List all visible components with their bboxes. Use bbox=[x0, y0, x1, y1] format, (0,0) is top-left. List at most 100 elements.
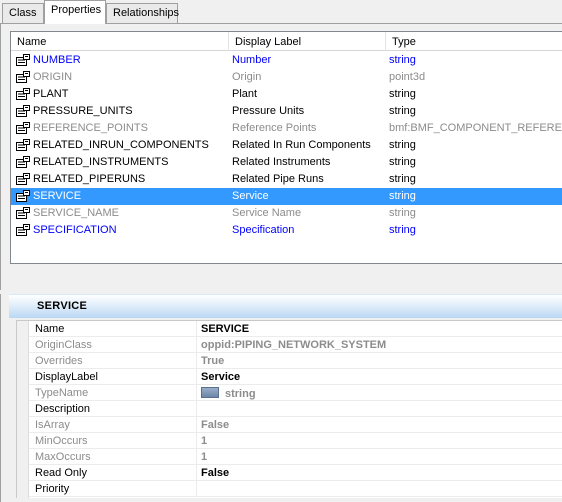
property-value-text: oppid:PIPING_NETWORK_SYSTEM bbox=[201, 339, 387, 351]
row-name: RELATED_INSTRUMENTS bbox=[33, 156, 169, 168]
tab-relationships-label: Relationships bbox=[113, 7, 180, 19]
row-type: string bbox=[389, 224, 416, 236]
property-divider bbox=[196, 321, 197, 337]
column-header-display-label[interactable]: Display Label bbox=[229, 32, 386, 51]
properties-grid[interactable]: Name Display Label Type NUMBER Number stri… bbox=[10, 31, 562, 264]
column-header-name[interactable]: Name bbox=[11, 32, 229, 51]
table-row[interactable]: PRESSURE_UNITS Pressure Units string bbox=[11, 103, 562, 120]
property-row[interactable]: Priority bbox=[29, 481, 562, 497]
table-row[interactable]: SERVICE_NAME Service Name string bbox=[11, 205, 562, 222]
property-row[interactable]: DisplayLabel Service bbox=[29, 369, 562, 385]
property-divider bbox=[196, 449, 197, 465]
property-divider bbox=[196, 385, 197, 401]
property-icon bbox=[16, 122, 30, 134]
property-row[interactable]: IsArray False bbox=[29, 417, 562, 433]
row-name: SPECIFICATION bbox=[33, 224, 117, 236]
property-table-gutter bbox=[17, 321, 29, 498]
row-type: string bbox=[389, 173, 416, 185]
property-value[interactable]: 1 bbox=[201, 435, 207, 447]
row-name: RELATED_PIPERUNS bbox=[33, 173, 146, 185]
table-row[interactable]: SERVICE Service string bbox=[11, 188, 562, 205]
property-divider bbox=[196, 401, 197, 417]
row-type: string bbox=[389, 105, 416, 117]
property-value-text: string bbox=[225, 388, 256, 400]
property-row[interactable]: Overrides True bbox=[29, 353, 562, 369]
property-key: MaxOccurs bbox=[35, 451, 91, 463]
row-name: RELATED_INRUN_COMPONENTS bbox=[33, 139, 209, 151]
row-display-label: Origin bbox=[232, 71, 262, 83]
row-name: REFERENCE_POINTS bbox=[33, 122, 148, 134]
property-value[interactable]: 1 bbox=[201, 451, 207, 463]
property-row[interactable]: Description bbox=[29, 401, 562, 417]
table-row[interactable]: PLANT Plant string bbox=[11, 86, 562, 103]
table-row[interactable]: NUMBER Number string bbox=[11, 52, 562, 69]
table-row[interactable]: SPECIFICATION Specification string bbox=[11, 222, 562, 239]
table-row[interactable]: ORIGIN Origin point3d bbox=[11, 69, 562, 86]
row-type: string bbox=[389, 139, 416, 151]
property-value-text: False bbox=[201, 419, 230, 431]
property-icon bbox=[16, 207, 30, 219]
row-display-label: Related Instruments bbox=[232, 156, 331, 168]
property-table: Name SERVICE OriginClass oppid:PIPING_NETWO… bbox=[16, 320, 562, 498]
row-type: point3d bbox=[389, 71, 426, 83]
row-display-label: Related In Run Components bbox=[232, 139, 371, 151]
property-key: Read Only bbox=[35, 467, 87, 479]
table-row[interactable]: RELATED_INRUN_COMPONENTS Related In Run C… bbox=[11, 137, 562, 154]
table-row[interactable]: REFERENCE_POINTS Reference Points bmf:BMF_… bbox=[11, 120, 562, 137]
property-icon bbox=[16, 71, 30, 83]
property-row[interactable]: MinOccurs 1 bbox=[29, 433, 562, 449]
property-value-text: True bbox=[201, 355, 225, 367]
type-swatch-icon bbox=[201, 387, 219, 398]
tab-properties[interactable]: Properties bbox=[44, 0, 106, 24]
property-value-text: 1 bbox=[201, 451, 208, 463]
table-row[interactable]: RELATED_INSTRUMENTS Related Instruments st… bbox=[11, 154, 562, 171]
property-row[interactable]: TypeName string bbox=[29, 385, 562, 401]
property-value[interactable]: SERVICE bbox=[201, 323, 249, 335]
property-key: Name bbox=[35, 323, 65, 335]
row-display-label: Number bbox=[232, 54, 272, 66]
row-display-label: Related Pipe Runs bbox=[232, 173, 324, 185]
details-section-header: SERVICE bbox=[9, 294, 562, 318]
property-value[interactable]: False bbox=[201, 419, 229, 431]
property-divider bbox=[196, 433, 197, 449]
tab-relationships[interactable]: Relationships bbox=[106, 3, 180, 23]
property-key: MinOccurs bbox=[35, 435, 88, 447]
row-display-label: Plant bbox=[232, 88, 258, 100]
property-value[interactable]: oppid:PIPING_NETWORK_SYSTEM bbox=[201, 339, 386, 351]
row-name: NUMBER bbox=[33, 54, 81, 66]
property-row[interactable]: OriginClass oppid:PIPING_NETWORK_SYSTEM bbox=[29, 337, 562, 353]
property-value-text: SERVICE bbox=[201, 323, 250, 335]
grid-header: Name Display Label Type bbox=[11, 32, 562, 51]
property-key: DisplayLabel bbox=[35, 371, 98, 383]
row-name: SERVICE_NAME bbox=[33, 207, 119, 219]
property-row[interactable]: MaxOccurs 1 bbox=[29, 449, 562, 465]
properties-panel: Name Display Label Type NUMBER Number stri… bbox=[0, 24, 562, 290]
row-display-label: Service Name bbox=[232, 207, 302, 219]
property-value[interactable]: False bbox=[201, 467, 229, 479]
column-header-display-label-label: Display Label bbox=[235, 36, 302, 48]
property-divider bbox=[196, 369, 197, 385]
row-display-label: Pressure Units bbox=[232, 105, 305, 117]
column-header-type[interactable]: Type bbox=[386, 32, 562, 51]
property-divider bbox=[196, 353, 197, 369]
column-header-type-label: Type bbox=[392, 36, 416, 48]
details-title: SERVICE bbox=[37, 300, 88, 312]
column-header-name-label: Name bbox=[17, 36, 47, 48]
row-type: bmf:BMF_COMPONENT_REFERENCE bbox=[389, 122, 562, 134]
property-value[interactable]: string bbox=[201, 387, 256, 400]
property-row[interactable]: Name SERVICE bbox=[29, 321, 562, 337]
row-type: string bbox=[389, 207, 416, 219]
property-row[interactable]: Read Only False bbox=[29, 465, 562, 481]
property-icon bbox=[16, 173, 30, 185]
property-value-text: False bbox=[201, 467, 230, 479]
tab-class[interactable]: Class bbox=[2, 3, 44, 23]
row-name: ORIGIN bbox=[33, 71, 73, 83]
property-icon bbox=[16, 224, 30, 236]
property-key: IsArray bbox=[35, 419, 70, 431]
row-type: string bbox=[389, 54, 416, 66]
row-type: string bbox=[389, 88, 416, 100]
details-panel: SERVICE Name SERVICE OriginClass oppid:PIPI… bbox=[0, 294, 562, 502]
property-value[interactable]: Service bbox=[201, 371, 240, 383]
table-row[interactable]: RELATED_PIPERUNS Related Pipe Runs string bbox=[11, 171, 562, 188]
property-value[interactable]: True bbox=[201, 355, 224, 367]
